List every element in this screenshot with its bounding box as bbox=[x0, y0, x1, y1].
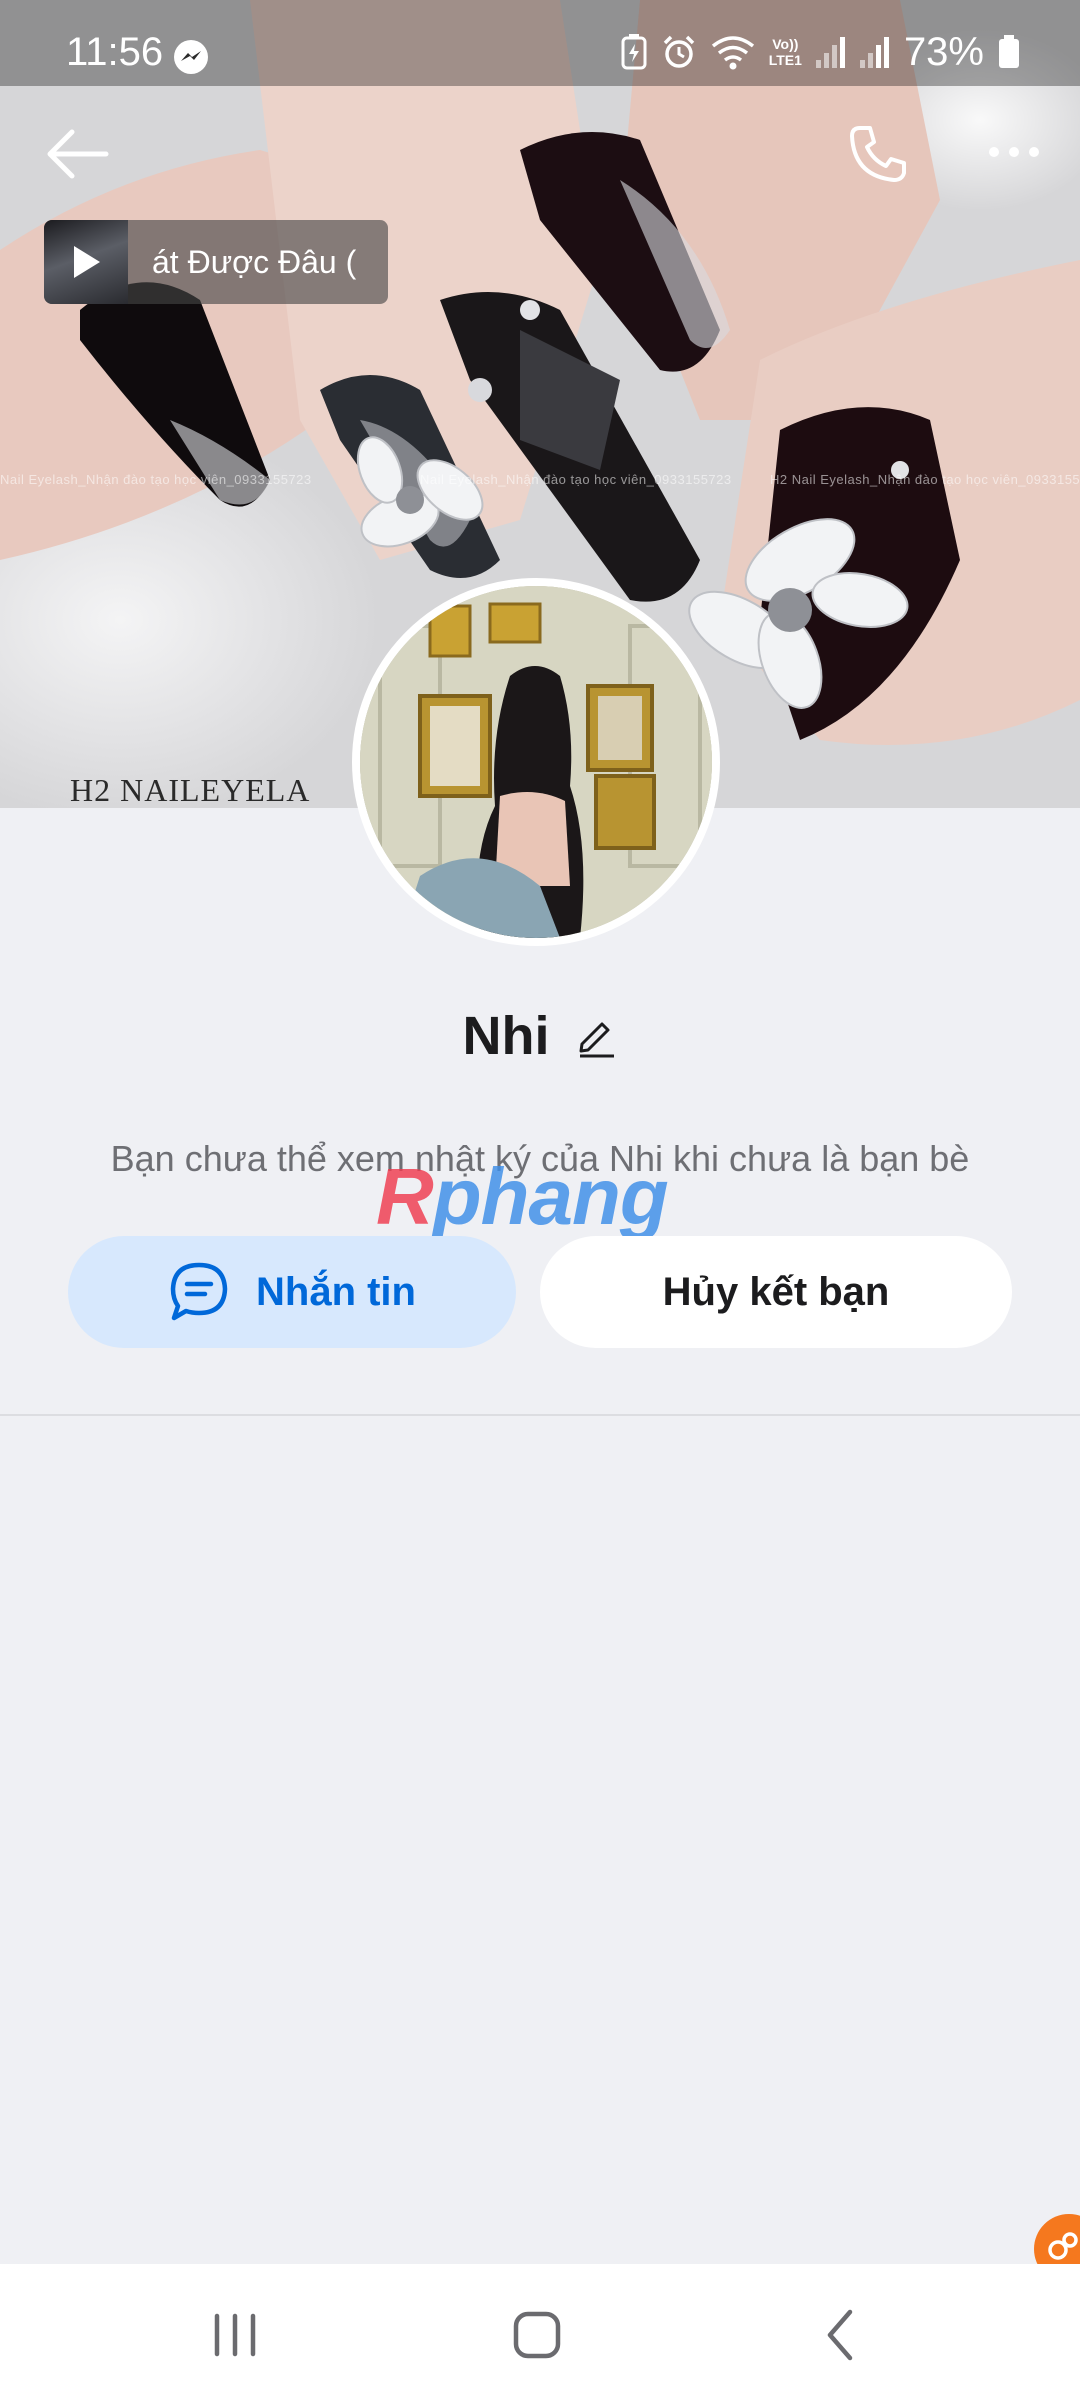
cover-watermark-3: H2 Nail Eyelash_Nhận đào tạo học viên_09… bbox=[770, 472, 1080, 487]
signal-icon-2 bbox=[859, 37, 889, 68]
profile-page: Nail Eyelash_Nhận đào tạo học viên_09331… bbox=[0, 0, 1080, 2400]
edit-pencil-icon[interactable] bbox=[574, 1014, 618, 1058]
unfriend-button[interactable]: Hủy kết bạn bbox=[540, 1236, 1012, 1348]
messenger-icon bbox=[174, 40, 208, 74]
status-icons: Vo)) LTE1 73% bbox=[621, 30, 1020, 74]
volte-icon: Vo)) LTE1 bbox=[768, 36, 802, 68]
battery-icon bbox=[999, 35, 1019, 68]
cover-watermark-2: Nail Eyelash_Nhận đào tạo học viên_09331… bbox=[420, 472, 732, 487]
recent-apps-icon[interactable] bbox=[190, 2300, 280, 2370]
avatar[interactable] bbox=[352, 578, 720, 946]
system-navigation-bar bbox=[0, 2264, 1080, 2400]
watermark-rest: phang bbox=[432, 1152, 669, 1241]
cover-brand-text: H2 NAILEYELA bbox=[70, 772, 311, 808]
profile-name: Nhi bbox=[462, 1006, 550, 1066]
unfriend-button-label: Hủy kết bạn bbox=[662, 1269, 890, 1314]
status-bar: 11:56 Vo)) LTE1 73% bbox=[0, 0, 1080, 86]
wifi-icon bbox=[711, 36, 754, 70]
network-type: LTE1 bbox=[768, 52, 802, 68]
name-row: Nhi bbox=[0, 998, 1080, 1074]
home-icon[interactable] bbox=[492, 2300, 582, 2370]
section-divider bbox=[0, 1414, 1080, 1416]
chat-bubble-icon bbox=[170, 1262, 228, 1321]
message-button-label: Nhắn tin bbox=[256, 1269, 416, 1314]
nav-back-icon[interactable] bbox=[796, 2300, 886, 2370]
music-album-art bbox=[44, 220, 128, 304]
battery-percentage: 73% bbox=[903, 29, 984, 74]
avatar-photo bbox=[360, 586, 712, 938]
more-options-icon[interactable] bbox=[982, 128, 1046, 176]
profile-music-chip[interactable]: át Được Đâu ( bbox=[44, 220, 388, 304]
message-button[interactable]: Nhắn tin bbox=[68, 1236, 516, 1348]
watermark-first-letter: R bbox=[376, 1152, 434, 1241]
site-watermark-logo: Rphang bbox=[376, 1152, 706, 1242]
signal-icon bbox=[815, 37, 845, 68]
battery-saver-icon bbox=[621, 34, 647, 70]
link-icon bbox=[1048, 2232, 1078, 2260]
alarm-icon bbox=[663, 35, 694, 68]
phone-call-icon[interactable] bbox=[846, 122, 910, 186]
back-arrow-icon[interactable] bbox=[46, 126, 110, 182]
status-time: 11:56 bbox=[66, 30, 164, 74]
cover-watermark-1: Nail Eyelash_Nhận đào tạo học viên_09331… bbox=[0, 472, 312, 487]
music-title: át Được Đâu ( bbox=[152, 243, 357, 280]
play-icon[interactable] bbox=[74, 246, 100, 278]
